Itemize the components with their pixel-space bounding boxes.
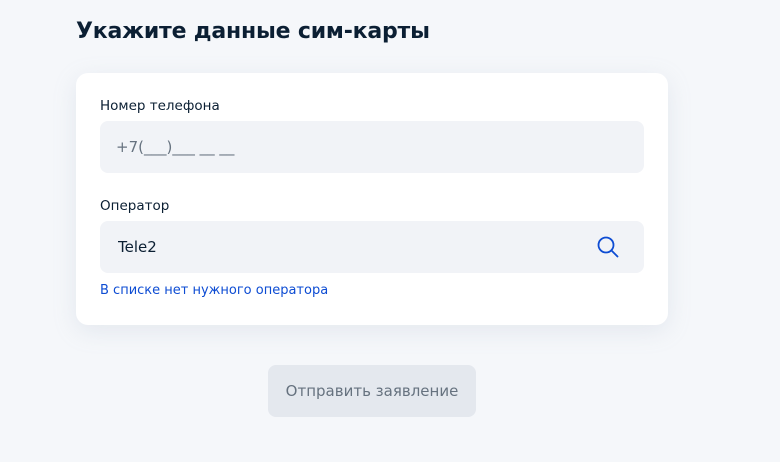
operator-field-wrapper [100,221,644,273]
phone-input[interactable] [100,121,644,173]
page: Укажите данные сим-карты Номер телефона … [0,0,780,462]
operator-input[interactable] [100,221,580,273]
phone-label: Номер телефона [100,98,220,114]
phone-field-wrapper [100,121,644,173]
operator-label: Оператор [100,198,170,214]
sim-data-card: Номер телефона Оператор В списке нет нуж… [76,73,668,325]
submit-application-button[interactable]: Отправить заявление [268,365,476,417]
search-icon[interactable] [596,235,620,259]
missing-operator-link[interactable]: В списке нет нужного оператора [100,282,328,300]
page-title: Укажите данные сим-карты [76,19,430,44]
